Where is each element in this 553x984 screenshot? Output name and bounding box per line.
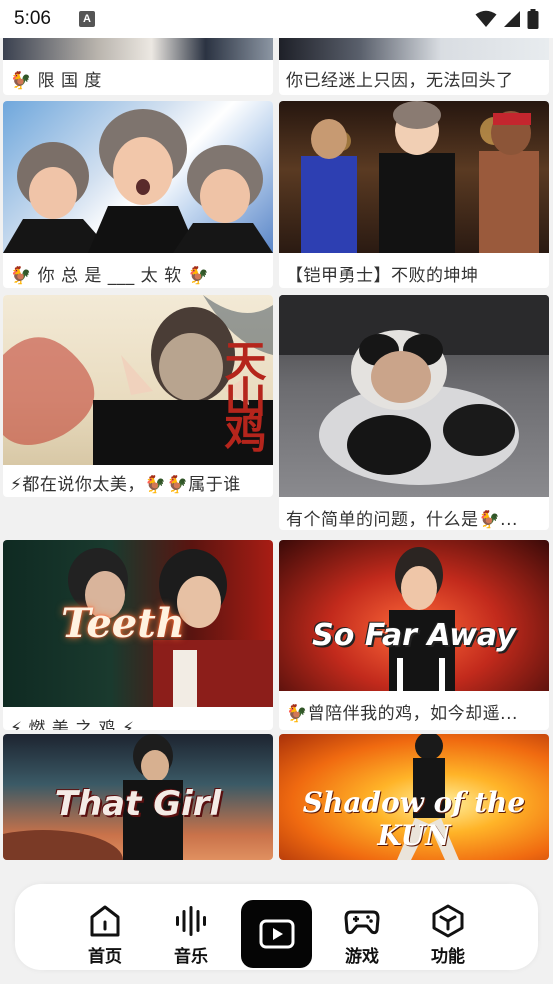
video-card[interactable]: Teeth ⚡ 燃 美 之 鸡 ⚡ bbox=[3, 540, 273, 730]
notification-a-icon: A bbox=[78, 11, 95, 27]
video-caption: 🐓 你 总 是 ___ 太 软 🐓 bbox=[10, 266, 210, 286]
video-thumbnail[interactable]: 天山鸡 bbox=[3, 295, 273, 465]
video-thumbnail[interactable] bbox=[279, 101, 549, 253]
thumbnail-art bbox=[3, 109, 273, 253]
video-caption: 🐓曾陪伴我的鸡，如今却遥... bbox=[286, 704, 518, 724]
thumbnail-overlay-title: 天山鸡 bbox=[218, 339, 267, 447]
video-caption: ⚡ 燃 美 之 鸡 ⚡ bbox=[10, 719, 135, 730]
video-card[interactable]: That Girl bbox=[3, 734, 273, 860]
video-thumbnail[interactable]: So Far Away bbox=[279, 540, 549, 691]
video-thumbnail[interactable]: Teeth bbox=[3, 540, 273, 707]
video-card[interactable]: 你已经迷上只因，无法回头了 bbox=[279, 38, 549, 95]
battery-icon bbox=[527, 9, 539, 29]
video-caption: 有个简单的问题，什么是🐓... bbox=[286, 510, 518, 530]
home-icon bbox=[90, 905, 120, 937]
video-card[interactable]: 天山鸡 ⚡都在说你太美，🐓🐓属于谁 bbox=[3, 295, 273, 497]
thumbnail-overlay-title: Teeth bbox=[61, 600, 185, 647]
nav-home-label: 首页 bbox=[88, 947, 122, 967]
video-card[interactable]: 【铠甲勇士】不败的坤坤 bbox=[279, 101, 549, 288]
nav-features-label: 功能 bbox=[431, 947, 465, 967]
status-time: 5:06 bbox=[14, 8, 51, 29]
video-card[interactable]: So Far Away 🐓曾陪伴我的鸡，如今却遥... bbox=[279, 540, 549, 730]
wifi-icon bbox=[475, 10, 497, 27]
nav-video-button[interactable] bbox=[241, 900, 312, 968]
video-thumbnail[interactable] bbox=[3, 38, 273, 60]
video-thumbnail[interactable] bbox=[279, 38, 549, 60]
video-card[interactable]: Shadow of the KUN bbox=[279, 734, 549, 860]
thumbnail-overlay-title: So Far Away bbox=[312, 618, 516, 653]
play-video-icon bbox=[259, 919, 294, 949]
status-bar: 5:06 A bbox=[0, 0, 553, 38]
video-thumbnail[interactable] bbox=[279, 295, 549, 497]
video-thumbnail[interactable]: That Girl bbox=[3, 734, 273, 860]
video-thumbnail[interactable] bbox=[3, 101, 273, 253]
video-caption: ⚡都在说你太美，🐓🐓属于谁 bbox=[10, 475, 241, 495]
thumbnail-art bbox=[279, 295, 549, 485]
thumbnail-overlay-title: Shadow of the KUN bbox=[302, 786, 526, 852]
nav-home[interactable]: 首页 bbox=[75, 904, 135, 967]
video-card[interactable]: 🐓 限 国 度 bbox=[3, 38, 273, 95]
nav-music[interactable]: 音乐 bbox=[161, 904, 221, 967]
nav-music-label: 音乐 bbox=[174, 947, 208, 967]
nav-games-label: 游戏 bbox=[345, 947, 379, 967]
nav-games[interactable]: 游戏 bbox=[332, 904, 392, 967]
video-card[interactable]: 🐓 你 总 是 ___ 太 软 🐓 bbox=[3, 101, 273, 288]
video-caption: 🐓 限 国 度 bbox=[10, 71, 102, 91]
video-caption: 你已经迷上只因，无法回头了 bbox=[286, 71, 514, 91]
nav-features[interactable]: 功能 bbox=[418, 904, 478, 967]
video-feed[interactable]: 🐓 限 国 度 你已经迷上只因，无法回头了 🐓 你 总 是 ___ 太 软 🐓 bbox=[0, 38, 553, 860]
cube-icon bbox=[432, 904, 464, 938]
thumbnail-art bbox=[389, 547, 455, 691]
video-thumbnail[interactable]: Shadow of the KUN bbox=[279, 734, 549, 860]
audio-wave-icon bbox=[176, 906, 206, 936]
video-caption: 【铠甲勇士】不败的坤坤 bbox=[286, 266, 479, 286]
status-icons bbox=[475, 9, 539, 29]
gamepad-icon bbox=[344, 910, 380, 935]
thumbnail-overlay-title: That Girl bbox=[54, 784, 222, 824]
thumbnail-art bbox=[301, 101, 539, 253]
video-card[interactable]: 有个简单的问题，什么是🐓... bbox=[279, 295, 549, 530]
bottom-nav: 首页 音乐 游戏 功能 bbox=[15, 884, 538, 970]
signal-icon bbox=[504, 11, 520, 27]
